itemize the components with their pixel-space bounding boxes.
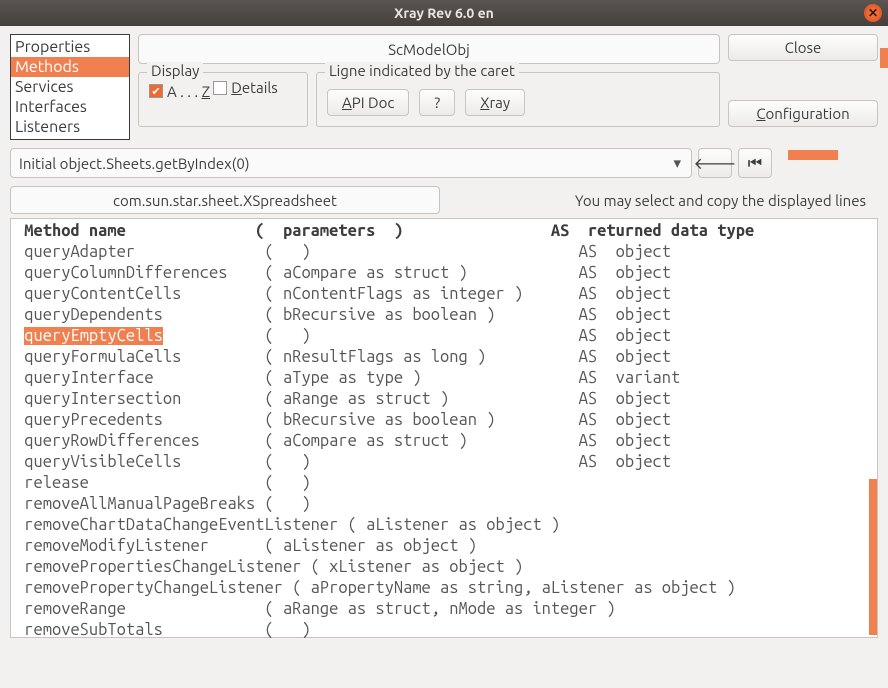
method-row[interactable]: queryPrecedents ( bRecursive as boolean … (15, 410, 873, 431)
list-header: Method name ( parameters ) AS returned d… (15, 221, 873, 242)
close-icon: ✕ (868, 6, 878, 20)
marker-icon (880, 48, 888, 68)
method-row[interactable]: removeModifyListener ( aListener as obje… (15, 536, 873, 557)
rewind-button[interactable]: ⏮ (738, 148, 772, 178)
xray-button[interactable]: Xray (465, 89, 525, 116)
method-row[interactable]: queryRowDifferences ( aCompare as struct… (15, 431, 873, 452)
back-button[interactable]: 🡐 (698, 148, 732, 178)
method-row[interactable]: queryVisibleCells ( ) AS object (15, 452, 873, 473)
checkbox-checked-icon: ✔ (149, 84, 163, 98)
method-row[interactable]: queryContentCells ( nContentFlags as int… (15, 284, 873, 305)
method-row[interactable]: queryInterface ( aType as type ) AS vari… (15, 368, 873, 389)
marker-icon (788, 150, 838, 160)
method-row[interactable]: queryEmptyCells ( ) AS object (15, 326, 873, 347)
api-doc-button[interactable]: API Doc (327, 89, 409, 116)
configuration-button[interactable]: Configuration (728, 100, 878, 127)
interface-field[interactable]: com.sun.star.sheet.XSpreadsheet (10, 186, 440, 214)
checkbox-empty-icon (213, 81, 227, 95)
help-button[interactable]: ? (419, 89, 455, 116)
selected-method: queryEmptyCells (24, 327, 163, 345)
method-row[interactable]: removeSubTotals ( ) (15, 620, 873, 641)
rewind-icon: ⏮ (748, 154, 762, 173)
method-row[interactable]: removePropertyChangeListener ( aProperty… (15, 578, 873, 599)
tab-services[interactable]: Services (11, 77, 129, 97)
display-group: Display ✔ A . . . Z Details (138, 72, 308, 127)
method-row[interactable]: queryIntersection ( aRange as struct ) A… (15, 389, 873, 410)
hint-text: You may select and copy the displayed li… (575, 192, 866, 209)
tab-methods[interactable]: Methods (11, 57, 129, 77)
details-checkbox[interactable]: Details (213, 79, 278, 96)
sort-az-checkbox[interactable]: ✔ A . . . Z (149, 83, 210, 100)
path-combobox[interactable]: Initial object.Sheets.getByIndex(0) (10, 148, 692, 178)
method-row[interactable]: release ( ) (15, 473, 873, 494)
caret-group: Ligne indicated by the caret API Doc ? X… (316, 72, 720, 127)
method-row[interactable]: removeAllManualPageBreaks ( ) (15, 494, 873, 515)
category-tabs: PropertiesMethodsServicesInterfacesListe… (10, 34, 130, 140)
method-row[interactable]: queryAdapter ( ) AS object (15, 242, 873, 263)
method-row[interactable]: removePropertiesChangeListener ( xListen… (15, 557, 873, 578)
close-button[interactable]: Close (728, 34, 878, 61)
tab-properties[interactable]: Properties (11, 37, 129, 57)
tab-listeners[interactable]: Listeners (11, 117, 129, 137)
scrollbar-thumb[interactable] (869, 479, 877, 635)
object-name-field[interactable]: ScModelObj (138, 34, 720, 64)
tab-interfaces[interactable]: Interfaces (11, 97, 129, 117)
method-row[interactable]: removeRange ( aRange as struct, nMode as… (15, 599, 873, 620)
arrow-left-icon: 🡐 (694, 153, 737, 173)
method-row[interactable]: removeChartDataChangeEventListener ( aLi… (15, 515, 873, 536)
method-row[interactable]: queryFormulaCells ( nResultFlags as long… (15, 347, 873, 368)
window-title: Xray Rev 6.0 en (394, 5, 494, 21)
window-close-button[interactable]: ✕ (864, 4, 882, 22)
method-row[interactable]: queryColumnDifferences ( aCompare as str… (15, 263, 873, 284)
methods-list[interactable]: Method name ( parameters ) AS returned d… (10, 218, 878, 638)
method-row[interactable]: queryDependents ( bRecursive as boolean … (15, 305, 873, 326)
